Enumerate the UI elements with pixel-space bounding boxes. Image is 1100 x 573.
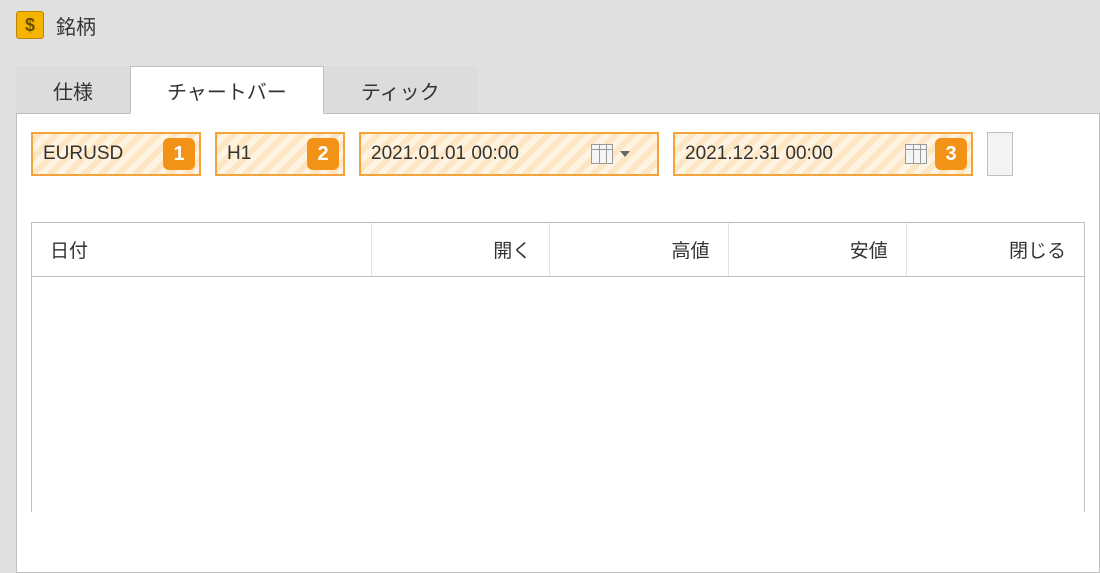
calendar-icon[interactable] [905,144,927,164]
date-to-value: 2021.12.31 00:00 [685,143,833,165]
content-area: 仕様 チャートバー ティック EURUSD 1 H1 2 2021.01.01 … [0,50,1100,550]
app-icon: $ [16,11,44,39]
tab-chartbar[interactable]: チャートバー [130,66,324,114]
column-header-high[interactable]: 高値 [550,223,728,276]
timeframe-value: H1 [227,143,251,165]
annotation-badge-1: 1 [163,138,195,170]
tabs-row: 仕様 チャートバー ティック [16,66,1100,114]
request-button[interactable] [987,132,1013,176]
column-header-date[interactable]: 日付 [32,223,372,276]
tab-panel-chartbar: EURUSD 1 H1 2 2021.01.01 00:00 2021.12.3… [16,113,1100,573]
column-header-open[interactable]: 開く [372,223,550,276]
symbol-input[interactable]: EURUSD 1 [31,132,201,176]
column-header-low[interactable]: 安値 [729,223,907,276]
window-title: 銘柄 [56,11,96,40]
app-icon-glyph: $ [25,15,35,36]
tab-spec[interactable]: 仕様 [16,66,130,114]
annotation-badge-3: 3 [935,138,967,170]
calendar-icon[interactable] [591,144,613,164]
window-titlebar: $ 銘柄 [0,0,1100,50]
table-header-row: 日付 開く 高値 安値 閉じる [32,223,1084,277]
date-from-input[interactable]: 2021.01.01 00:00 [359,132,659,176]
date-to-input[interactable]: 2021.12.31 00:00 3 [673,132,973,176]
tab-tick[interactable]: ティック [324,66,477,114]
data-table: 日付 開く 高値 安値 閉じる [31,222,1085,512]
filter-row: EURUSD 1 H1 2 2021.01.01 00:00 2021.12.3… [17,114,1099,194]
date-from-value: 2021.01.01 00:00 [371,143,519,165]
symbol-value: EURUSD [43,143,123,165]
timeframe-input[interactable]: H1 2 [215,132,345,176]
annotation-badge-2: 2 [307,138,339,170]
column-header-close[interactable]: 閉じる [907,223,1084,276]
